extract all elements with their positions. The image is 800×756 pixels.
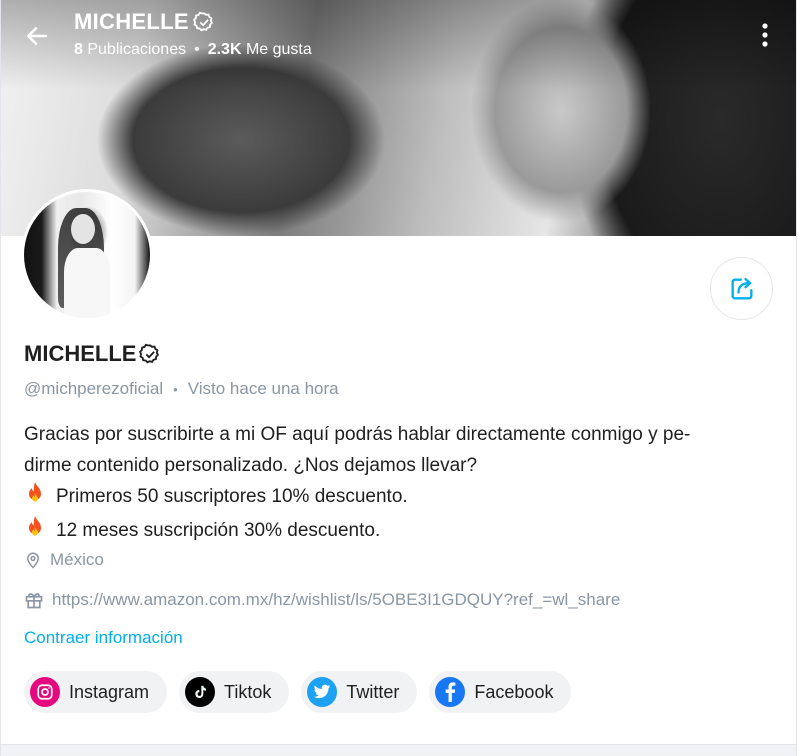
social-label: Facebook: [474, 681, 554, 702]
location-row: México: [24, 550, 104, 570]
verified-icon: [192, 11, 213, 32]
social-label: Instagram: [69, 681, 150, 702]
location-text: México: [50, 550, 104, 569]
social-chip-instagram[interactable]: Instagram: [24, 671, 168, 713]
social-label: Twitter: [346, 681, 400, 702]
instagram-icon: [30, 677, 60, 707]
profile-page: MICHELLE 8 Publicaciones • 2.3K Me gusta: [0, 0, 797, 756]
fire-icon: [24, 481, 46, 515]
cover-name-text: MICHELLE: [74, 9, 189, 34]
twitter-icon: [307, 677, 338, 707]
share-button[interactable]: [710, 257, 773, 320]
back-button[interactable]: [21, 20, 53, 52]
social-label: Tiktok: [224, 681, 272, 702]
location-pin-icon: [26, 552, 40, 569]
profile-handle[interactable]: @michperezoficial: [24, 379, 163, 399]
cover-stats: 8 Publicaciones • 2.3K Me gusta: [74, 41, 312, 59]
arrow-left-icon: [27, 27, 47, 45]
cover-title: MICHELLE 8 Publicaciones • 2.3K Me gusta: [74, 9, 312, 59]
section-divider: [1, 744, 796, 756]
social-chip-tiktok[interactable]: Tiktok: [179, 671, 290, 713]
tiktok-icon: [185, 677, 216, 707]
more-options-button[interactable]: [753, 18, 777, 52]
vertical-dots-icon: [762, 23, 768, 47]
posts-stat: 8 Publicaciones: [74, 41, 187, 58]
handle-separator: •: [173, 381, 178, 397]
facebook-icon: [435, 677, 466, 707]
likes-stat: 2.3K Me gusta: [207, 41, 312, 58]
verified-icon: [139, 343, 160, 364]
gift-icon: [25, 593, 43, 609]
cover-name: MICHELLE: [74, 9, 312, 35]
avatar-image: [24, 192, 150, 318]
profile-name-text: MICHELLE: [24, 341, 137, 366]
collapse-info-link[interactable]: Contraer información: [24, 628, 183, 648]
social-chip-twitter[interactable]: Twitter: [301, 671, 418, 713]
handle-row: @michperezoficial • Visto hace una hora: [24, 379, 339, 399]
share-icon: [731, 277, 752, 299]
profile-name: MICHELLE: [24, 341, 161, 367]
bio: Gracias por suscribirte a mi OF aquí pod…: [24, 419, 769, 549]
social-links: Instagram Tiktok Twitter Facebook: [24, 671, 572, 713]
bio-line: Gracias por suscribirte a mi OF aquí pod…: [24, 424, 691, 445]
wishlist-row: https://www.amazon.com.mx/hz/wishlist/ls…: [24, 590, 620, 610]
bio-line: dirme contenido personalizado. ¿Nos deja…: [24, 455, 478, 476]
avatar[interactable]: [21, 189, 153, 321]
bio-line: Primeros 50 suscriptores 10% descuento.: [24, 481, 769, 515]
stats-separator: •: [194, 41, 200, 58]
fire-icon: [24, 515, 46, 549]
social-chip-facebook[interactable]: Facebook: [429, 671, 572, 713]
bio-line: 12 meses suscripción 30% descuento.: [24, 515, 769, 549]
wishlist-link[interactable]: https://www.amazon.com.mx/hz/wishlist/ls…: [52, 590, 620, 610]
last-seen: Visto hace una hora: [187, 379, 339, 398]
